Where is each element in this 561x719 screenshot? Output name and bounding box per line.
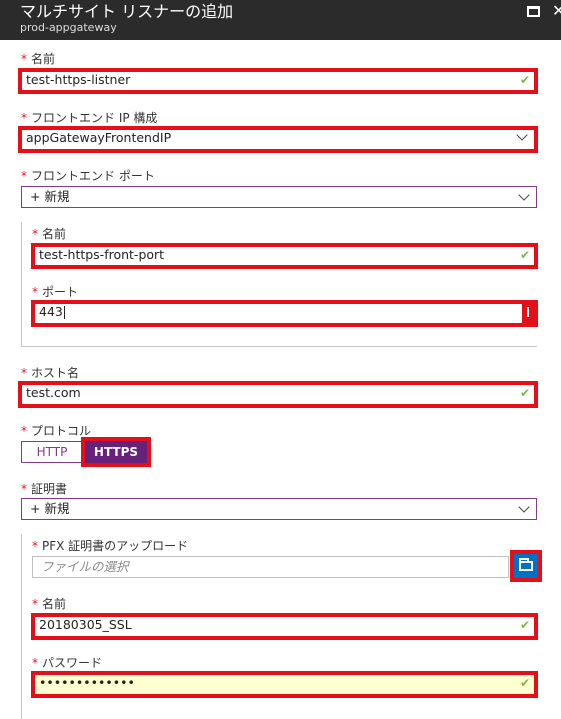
protocol-http-button[interactable]: HTTP	[21, 441, 83, 463]
text-cursor	[63, 306, 65, 319]
browse-button[interactable]	[514, 554, 538, 578]
blade-header: マルチサイト リスナーの追加 prod-appgateway ✕	[0, 0, 561, 40]
close-icon[interactable]: ✕	[552, 1, 561, 20]
chevron-down-icon	[518, 501, 530, 513]
check-icon: ✔	[519, 73, 530, 87]
chevron-down-icon	[516, 129, 528, 141]
check-icon: ✔	[519, 618, 530, 632]
subpanel-border	[21, 346, 537, 347]
port-label: * ポート	[32, 285, 79, 299]
port-name-input[interactable]: test-https-front-port ✔	[31, 243, 538, 269]
host-name-label: * ホスト名	[21, 366, 80, 380]
check-icon: ✔	[519, 386, 530, 400]
cert-name-input[interactable]: 20180305_SSL ✔	[31, 613, 538, 640]
frontend-ip-label: * フロントエンド IP 構成	[21, 111, 158, 125]
certificate-label: * 証明書	[21, 482, 68, 496]
page-subtitle: prod-appgateway	[20, 21, 117, 34]
frontend-port-label: * フロントエンド ポート	[21, 169, 155, 183]
maximize-icon[interactable]	[527, 6, 540, 17]
frontend-port-select[interactable]: + 新規	[21, 186, 537, 208]
subpanel-border	[21, 222, 22, 347]
pfx-upload-label: * PFX 証明書のアップロード	[32, 539, 189, 553]
pfx-file-input[interactable]: ファイルの選択	[32, 556, 509, 578]
password-input[interactable]: ••••••••••••• ✔	[31, 671, 538, 698]
check-icon: ✔	[519, 676, 530, 690]
name-label: * 名前	[21, 52, 56, 66]
subpanel-border	[21, 534, 22, 719]
host-name-input[interactable]: test.com ✔	[18, 381, 538, 408]
chevron-down-icon	[518, 189, 530, 201]
cert-name-label: * 名前	[32, 597, 67, 611]
certificate-select[interactable]: + 新規	[21, 498, 537, 520]
check-icon: ✔	[519, 248, 530, 262]
port-name-label: * 名前	[32, 227, 67, 241]
page-title: マルチサイト リスナーの追加	[20, 2, 234, 21]
folder-icon	[519, 558, 533, 571]
frontend-ip-select[interactable]: appGatewayFrontendIP	[18, 126, 538, 153]
password-label: * パスワード	[32, 656, 103, 670]
name-input[interactable]: test-https-listner ✔	[18, 68, 538, 94]
protocol-https-button[interactable]: HTTPS	[85, 441, 147, 463]
port-input[interactable]: 443	[31, 300, 538, 327]
error-icon	[522, 304, 534, 323]
